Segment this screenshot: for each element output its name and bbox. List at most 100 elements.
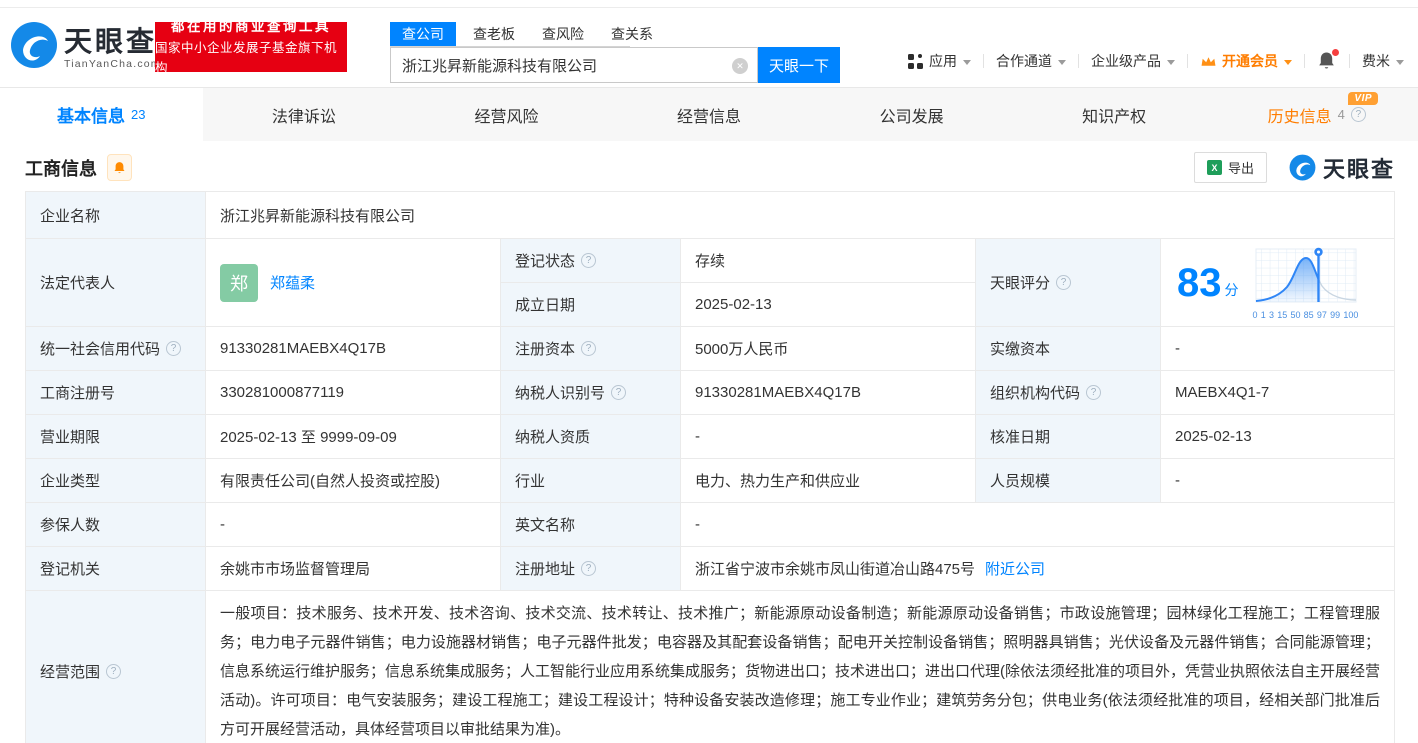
field-value: -: [1160, 326, 1395, 371]
nav-partner-channel[interactable]: 合作通道: [996, 51, 1066, 71]
field-label: 注册资本?: [500, 326, 681, 371]
tab-basic-info[interactable]: 基本信息 23: [0, 88, 203, 141]
page: 天眼查 TianYanCha.com 都在用的商业查询工具 国家中小企业发展子基…: [0, 0, 1418, 743]
search-block: 查公司 查老板 查风险 查关系 ✕ 天眼一下: [390, 22, 840, 83]
help-icon[interactable]: ?: [611, 385, 627, 400]
score-axis: 0 1 3 15 50 85 97 99 100: [1252, 310, 1359, 320]
search-tab-company[interactable]: 查公司: [390, 22, 456, 46]
tab-count: 4: [1337, 107, 1345, 122]
score-value: 83: [1177, 260, 1222, 305]
tab-intellectual-property[interactable]: 知识产权: [1013, 88, 1216, 141]
brand-logo[interactable]: 天眼查 TianYanCha.com: [10, 21, 161, 74]
field-label: 核准日期: [975, 414, 1161, 459]
crown-icon: [1200, 55, 1217, 68]
site-header: 天眼查 TianYanCha.com 都在用的商业查询工具 国家中小企业发展子基…: [0, 8, 1418, 87]
search-tab-relation[interactable]: 查关系: [611, 22, 653, 46]
table-row: 工商注册号 330281000877119 纳税人识别号? 91330281MA…: [25, 370, 1395, 415]
field-value: -: [680, 502, 1395, 547]
divider: [1349, 54, 1350, 68]
legal-rep-avatar[interactable]: 郑: [220, 263, 258, 302]
nav-vip-label: 开通会员: [1222, 53, 1278, 69]
nav-enterprise-products[interactable]: 企业级产品: [1091, 51, 1175, 71]
field-value: -: [205, 502, 501, 547]
tab-operating-risk[interactable]: 经营风险: [405, 88, 608, 141]
nearby-companies-link[interactable]: 附近公司: [985, 558, 1045, 579]
legal-rep-link[interactable]: 郑蕴柔: [270, 272, 315, 293]
help-icon[interactable]: ?: [1086, 385, 1102, 400]
nav-partner-label: 合作通道: [996, 53, 1052, 69]
tab-legal-proceedings[interactable]: 法律诉讼: [203, 88, 406, 141]
field-value: 电力、热力生产和供应业: [680, 458, 976, 503]
help-icon[interactable]: ?: [106, 664, 122, 679]
table-row: 登记机关 余姚市市场监督管理局 注册地址? 浙江省宁波市余姚市凤山街道冶山路47…: [25, 546, 1395, 591]
field-label: 登记机关: [25, 546, 206, 591]
table-row: 经营范围? 一般项目：技术服务、技术开发、技术咨询、技术交流、技术转让、技术推广…: [25, 590, 1395, 743]
chevron-down-icon: [1284, 59, 1292, 65]
field-value: MAEBX4Q1-7: [1160, 370, 1395, 415]
promo-badge: 都在用的商业查询工具 国家中小企业发展子基金旗下机构: [155, 19, 347, 75]
field-value: 330281000877119: [205, 370, 501, 415]
brand-domain: TianYanCha.com: [64, 57, 161, 70]
export-button[interactable]: X 导出: [1193, 152, 1267, 183]
notification-dot: [1332, 49, 1339, 56]
table-row: 统一社会信用代码? 91330281MAEBX4Q17B 注册资本? 5000万…: [25, 326, 1395, 371]
address-value: 浙江省宁波市余姚市凤山街道冶山路475号: [695, 561, 976, 578]
field-value: 有限责任公司(自然人投资或控股): [205, 458, 501, 503]
monitor-bell-icon[interactable]: [107, 154, 132, 181]
table-row: 企业类型 有限责任公司(自然人投资或控股) 行业 电力、热力生产和供应业 人员规…: [25, 458, 1395, 503]
divider: [1304, 54, 1305, 68]
chevron-down-icon: [1167, 59, 1175, 65]
search-row: ✕ 天眼一下: [390, 47, 840, 83]
help-icon[interactable]: ?: [166, 341, 182, 356]
notification-bell-icon[interactable]: [1317, 49, 1339, 71]
search-input[interactable]: [391, 48, 721, 82]
field-value: 2025-02-13 至 9999-09-09: [205, 414, 501, 459]
nav-open-vip[interactable]: 开通会员: [1200, 51, 1292, 71]
tab-company-development[interactable]: 公司发展: [810, 88, 1013, 141]
clear-icon[interactable]: ✕: [732, 58, 748, 74]
score-cell: 83 分 0 1 3 15 50 85 97 99 100: [1160, 238, 1395, 327]
field-value: 5000万人民币: [680, 326, 976, 371]
brand-swirl-icon: [10, 21, 58, 74]
company-tabs: 基本信息 23 法律诉讼 经营风险 经营信息 公司发展 知识产权 VIP 历史信…: [0, 87, 1418, 141]
search-tab-boss[interactable]: 查老板: [473, 22, 515, 46]
tab-history-info[interactable]: VIP 历史信息 4 ?: [1215, 88, 1418, 141]
field-label: 法定代表人: [25, 238, 206, 327]
tab-operating-info[interactable]: 经营信息: [608, 88, 811, 141]
search-tabs: 查公司 查老板 查风险 查关系: [390, 22, 653, 47]
business-scope-text: 一般项目：技术服务、技术开发、技术咨询、技术交流、技术转让、技术推广；新能源原动…: [205, 590, 1395, 743]
nav-user[interactable]: 费米: [1362, 51, 1404, 71]
nav-apps[interactable]: 应用: [908, 51, 971, 71]
search-tab-risk[interactable]: 查风险: [542, 22, 584, 46]
top-nav: 应用 合作通道 企业级产品 开通会员 费米: [908, 45, 1404, 77]
status-value: 存续: [680, 238, 976, 283]
help-icon[interactable]: ?: [1350, 107, 1366, 122]
tab-label: 法律诉讼: [271, 108, 336, 126]
brand-name: 天眼查: [64, 25, 158, 57]
nav-username: 费米: [1362, 53, 1390, 69]
field-value: 余姚市市场监督管理局: [205, 546, 501, 591]
section-actions: X 导出 天眼查: [1193, 152, 1395, 184]
score-chart: 0 1 3 15 50 85 97 99 100: [1253, 245, 1359, 320]
search-button[interactable]: 天眼一下: [758, 47, 840, 83]
company-name-value: 浙江兆昇新能源科技有限公司: [205, 191, 1395, 239]
field-label: 参保人数: [25, 502, 206, 547]
search-input-wrap: ✕: [390, 47, 758, 83]
help-icon[interactable]: ?: [1056, 275, 1072, 290]
chevron-down-icon: [1058, 59, 1066, 65]
section-title: 工商信息: [25, 158, 97, 179]
watermark-text: 天眼查: [1322, 156, 1395, 182]
table-row: 营业期限 2025-02-13 至 9999-09-09 纳税人资质 - 核准日…: [25, 414, 1395, 459]
business-info-table: 企业名称 浙江兆昇新能源科技有限公司 法定代表人 郑 郑蕴柔 登记状态? 存续 …: [25, 191, 1395, 743]
field-label: 工商注册号: [25, 370, 206, 415]
tab-label: 经营风险: [474, 108, 539, 126]
legal-rep-cell: 郑 郑蕴柔: [205, 238, 501, 327]
score-unit: 分: [1224, 281, 1239, 298]
help-icon[interactable]: ?: [581, 561, 597, 576]
field-label: 企业名称: [25, 191, 206, 239]
help-icon[interactable]: ?: [581, 341, 597, 356]
table-row: 企业名称 浙江兆昇新能源科技有限公司: [25, 191, 1395, 239]
help-icon[interactable]: ?: [581, 253, 597, 268]
table-row: 法定代表人 郑 郑蕴柔 登记状态? 存续 天眼评分? 83 分 0 1 3 15…: [25, 238, 1395, 327]
address-cell: 浙江省宁波市余姚市凤山街道冶山路475号 附近公司: [680, 546, 1395, 591]
